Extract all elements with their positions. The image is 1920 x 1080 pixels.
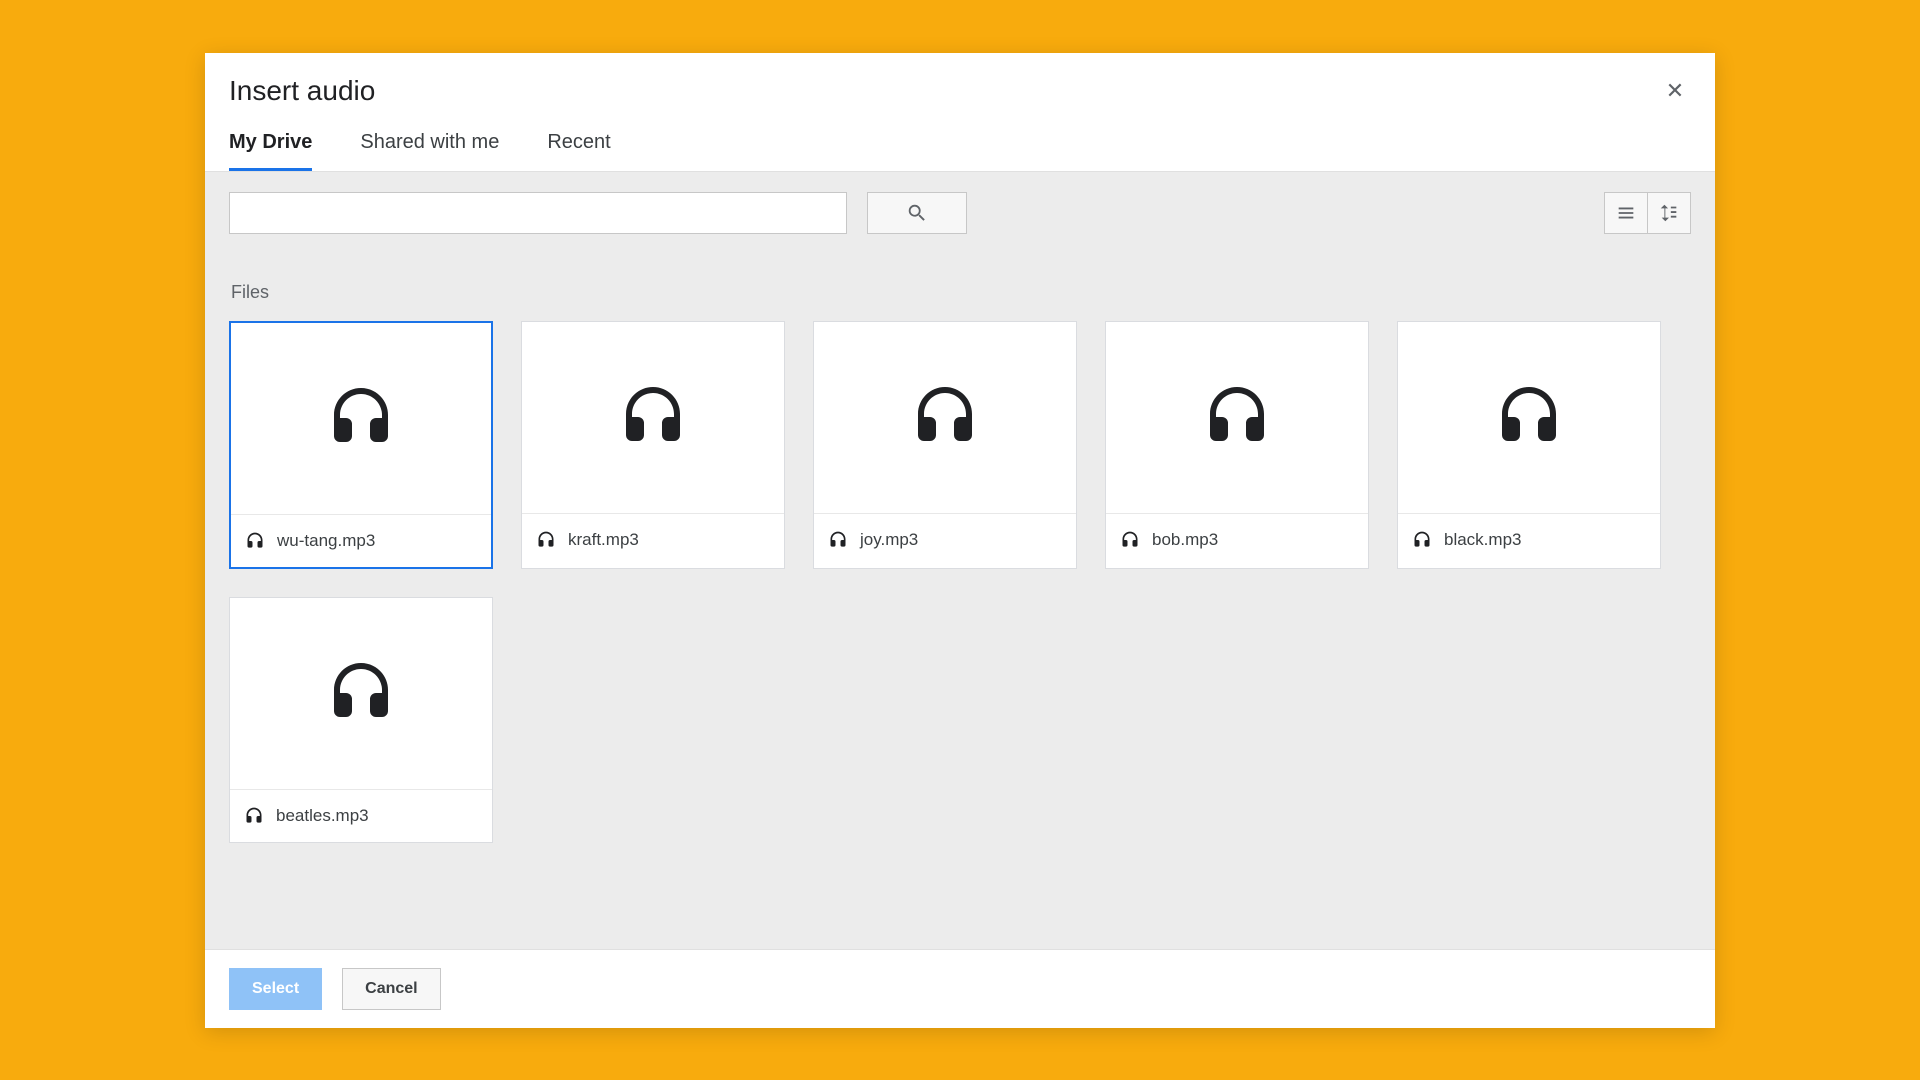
list-icon	[1615, 202, 1637, 224]
file-name: bob.mp3	[1152, 530, 1218, 550]
headphones-icon	[909, 381, 981, 453]
headphones-icon	[325, 657, 397, 729]
file-card[interactable]: kraft.mp3	[521, 321, 785, 569]
file-card[interactable]: joy.mp3	[813, 321, 1077, 569]
headphones-icon	[828, 530, 848, 550]
file-name: joy.mp3	[860, 530, 918, 550]
file-name: black.mp3	[1444, 530, 1521, 550]
file-thumbnail	[522, 322, 784, 514]
headphones-icon	[1493, 381, 1565, 453]
file-card-footer: joy.mp3	[814, 514, 1076, 566]
file-card-footer: kraft.mp3	[522, 514, 784, 566]
file-card-footer: bob.mp3	[1106, 514, 1368, 566]
tabs: My Drive Shared with me Recent	[205, 107, 1715, 172]
view-buttons	[1604, 192, 1691, 234]
headphones-icon	[1412, 530, 1432, 550]
list-view-button[interactable]	[1604, 192, 1648, 234]
file-thumbnail	[231, 323, 491, 515]
file-thumbnail	[230, 598, 492, 790]
file-thumbnail	[814, 322, 1076, 514]
file-name: beatles.mp3	[276, 806, 369, 826]
headphones-icon	[617, 381, 689, 453]
file-thumbnail	[1398, 322, 1660, 514]
file-browser[interactable]: Files wu-tang.mp3 kraft.mp3 joy.mp3 bob.mp3…	[205, 254, 1715, 949]
search-input[interactable]	[229, 192, 847, 234]
headphones-icon	[536, 530, 556, 550]
headphones-icon	[1120, 530, 1140, 550]
file-name: wu-tang.mp3	[277, 531, 375, 551]
toolbar	[205, 172, 1715, 254]
close-button[interactable]: ✕	[1659, 75, 1691, 107]
select-button[interactable]: Select	[229, 968, 322, 1010]
dialog-header: Insert audio ✕	[205, 53, 1715, 107]
headphones-icon	[244, 806, 264, 826]
dialog-title: Insert audio	[229, 75, 1659, 107]
cancel-button[interactable]: Cancel	[342, 968, 440, 1010]
search-icon	[906, 202, 928, 224]
headphones-icon	[325, 382, 397, 454]
search-button[interactable]	[867, 192, 967, 234]
insert-audio-dialog: Insert audio ✕ My Drive Shared with me Rec…	[205, 53, 1715, 1028]
sort-button[interactable]	[1648, 192, 1691, 234]
headphones-icon	[1201, 381, 1273, 453]
close-icon: ✕	[1666, 78, 1684, 104]
file-card[interactable]: bob.mp3	[1105, 321, 1369, 569]
file-card[interactable]: black.mp3	[1397, 321, 1661, 569]
headphones-icon	[245, 531, 265, 551]
tab-shared-with-me[interactable]: Shared with me	[360, 131, 499, 171]
dialog-footer: Select Cancel	[205, 949, 1715, 1028]
file-grid: wu-tang.mp3 kraft.mp3 joy.mp3 bob.mp3 black.…	[229, 321, 1691, 843]
file-card[interactable]: beatles.mp3	[229, 597, 493, 843]
sort-az-icon	[1658, 202, 1680, 224]
file-thumbnail	[1106, 322, 1368, 514]
files-section-label: Files	[231, 282, 1691, 303]
file-card-footer: wu-tang.mp3	[231, 515, 491, 567]
tab-recent[interactable]: Recent	[547, 131, 610, 171]
file-card-footer: beatles.mp3	[230, 790, 492, 842]
tab-my-drive[interactable]: My Drive	[229, 131, 312, 171]
file-card-footer: black.mp3	[1398, 514, 1660, 566]
file-name: kraft.mp3	[568, 530, 639, 550]
file-card[interactable]: wu-tang.mp3	[229, 321, 493, 569]
